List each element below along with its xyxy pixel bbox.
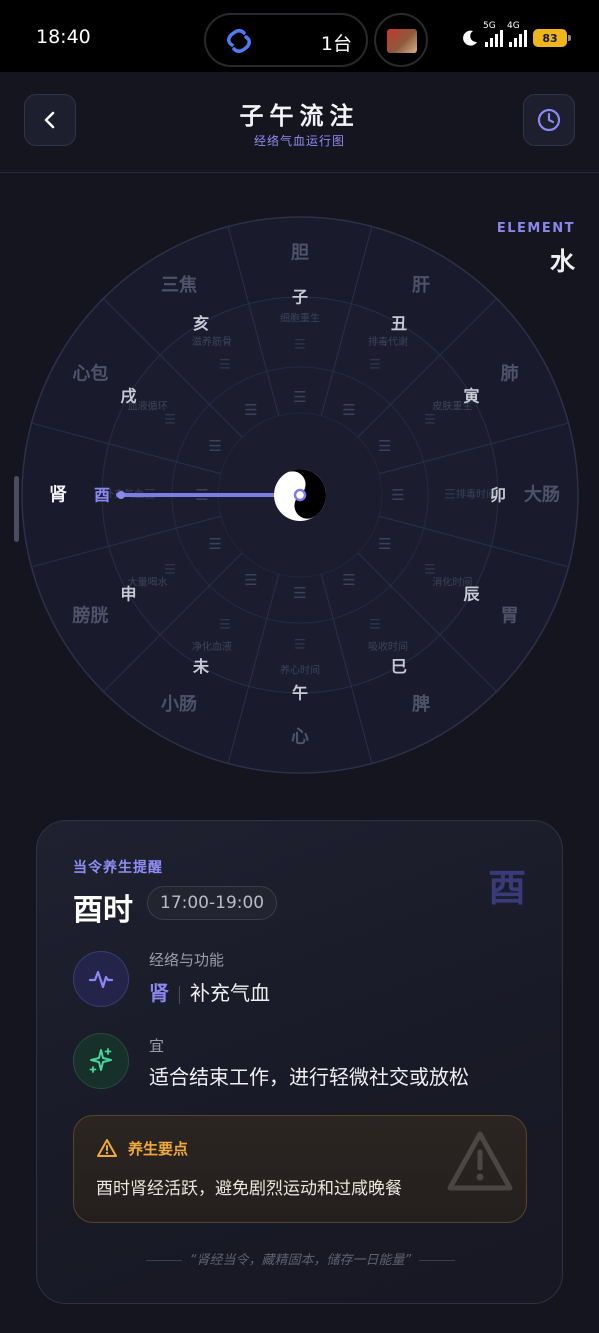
branch-watermark: 酉 (487, 866, 526, 910)
trigram-icon: ☰ (378, 437, 391, 455)
trigram-icon: ☰ (164, 563, 176, 578)
function-label: 滋养筋骨 (192, 335, 232, 348)
quote-text: “肾经当令，藏精固本，储存一日能量” (189, 1253, 412, 1268)
meridian-function: 肾补充气血 (149, 977, 270, 1006)
trigram-icon: ☰ (342, 401, 355, 419)
time-range-badge: 17:00-19:00 (147, 886, 278, 920)
trigram-icon: ☰ (244, 401, 257, 419)
suitable-text: 适合结束工作，进行轻微社交或放松 (149, 1065, 469, 1089)
warning-icon (97, 1139, 117, 1157)
branch-label: 寅 (463, 387, 479, 406)
organ-label: 膀胱 (71, 605, 108, 627)
branch-label: 巳 (391, 657, 407, 676)
clock-hand-tip (117, 491, 125, 499)
status-indicators: 5G 4G 83 (461, 21, 571, 52)
organ-label: 小肠 (161, 694, 197, 715)
trigram-icon: ☰ (391, 486, 404, 504)
branch-label: 午 (292, 684, 308, 703)
trigram-icon: ☰ (369, 617, 381, 632)
tip-text: 酉时肾经活跃，避免剧烈运动和过咸晚餐 (96, 1179, 402, 1199)
trigram-icon: ☰ (378, 535, 391, 553)
card-kicker: 当令养生提醒 (73, 860, 163, 876)
meridian-name: 肾 (149, 981, 169, 1005)
organ-label: 肾 (49, 485, 67, 506)
trigram-icon: ☰ (164, 413, 176, 428)
branch-label: 酉 (94, 486, 110, 505)
organ-label: 肺 (501, 364, 519, 385)
trigram-icon: ☰ (219, 358, 231, 373)
trigram-icon: ☰ (424, 413, 436, 428)
media-thumbnail[interactable] (374, 13, 428, 67)
organ-label: 心包 (72, 363, 108, 385)
sparkle-icon (89, 1048, 112, 1073)
meridian-clock-wheel[interactable]: ☰☰☰☰☰☰☰☰☰☰☰☰☰☰☰☰☰☰☰☰☰☰☰☰ 细胞重生排毒代谢皮肤重生排毒时… (0, 180, 599, 810)
suitable-label: 宜 (149, 1037, 165, 1055)
trigram-icon: ☰ (293, 584, 306, 602)
organ-label: 胆 (290, 243, 309, 264)
suitable-icon-badge (73, 1033, 129, 1089)
branch-label: 卯 (490, 486, 506, 505)
warning-watermark-icon (447, 1131, 513, 1191)
trigram-icon: ☰ (294, 338, 306, 353)
status-time: 18:40 (36, 26, 91, 48)
organ-label: 三焦 (161, 274, 197, 296)
trigram-icon: ☰ (219, 617, 231, 632)
function-label: 净化血液 (192, 640, 232, 653)
moon-icon (463, 30, 477, 46)
function-label: 排毒代谢 (368, 335, 408, 348)
page-subtitle: 经络气血运行图 (253, 134, 345, 148)
link-icon (227, 28, 251, 54)
function-text: 补充气血 (190, 981, 270, 1005)
clock-icon (537, 108, 561, 132)
trigram-icon: ☰ (424, 563, 436, 578)
trigram-icon: ☰ (208, 535, 221, 553)
signal-5g-icon: 5G (483, 21, 503, 47)
trigram-icon: ☰ (293, 388, 306, 406)
signal-4g-icon: 4G (507, 21, 527, 47)
organ-label: 肝 (412, 275, 430, 296)
branch-label: 丑 (391, 314, 407, 333)
branch-label: 亥 (193, 314, 209, 333)
quote-line: “肾经当令，藏精固本，储存一日能量” (37, 1249, 562, 1268)
branch-label: 未 (192, 657, 209, 676)
island-label: 1台 (320, 33, 352, 55)
battery-icon: 83 (533, 29, 571, 47)
trigram-icon: ☰ (208, 437, 221, 455)
function-label: 吸收时间 (368, 640, 408, 653)
trigram-icon: ☰ (294, 638, 306, 653)
organ-label: 心 (291, 727, 309, 748)
trigram-icon: ☰ (369, 358, 381, 373)
health-tip-box: 养生要点 酉时肾经活跃，避免剧烈运动和过咸晚餐 (73, 1115, 527, 1223)
tip-title: 养生要点 (128, 1140, 189, 1158)
organ-label: 脾 (412, 693, 430, 715)
branch-label: 戌 (120, 387, 136, 406)
trigram-icon: ☰ (444, 488, 456, 503)
page-header: 子午流注 经络气血运行图 (0, 72, 599, 173)
function-label: 细胞重生 (280, 312, 320, 325)
page-title: 子午流注 (239, 102, 360, 130)
history-button[interactable] (523, 94, 575, 146)
health-reminder-card: 当令养生提醒 酉 酉时 17:00-19:00 经络与功能 肾补充气血 宜 适合… (36, 820, 563, 1304)
branch-label: 申 (120, 585, 136, 604)
status-bar: 18:40 1台 5G 4G 83 (0, 0, 599, 72)
meridian-icon-badge (73, 951, 129, 1007)
organ-label: 大肠 (524, 484, 560, 506)
organ-label: 胃 (501, 606, 519, 627)
pulse-icon (88, 970, 114, 989)
trigram-icon: ☰ (244, 571, 257, 589)
meridian-label: 经络与功能 (149, 951, 225, 969)
function-label: 养心时间 (280, 664, 320, 677)
trigram-icon: ☰ (342, 571, 355, 589)
branch-label: 子 (292, 288, 308, 307)
dynamic-island[interactable]: 1台 (204, 13, 368, 67)
card-title: 酉时 (73, 893, 133, 928)
branch-label: 辰 (463, 585, 479, 604)
